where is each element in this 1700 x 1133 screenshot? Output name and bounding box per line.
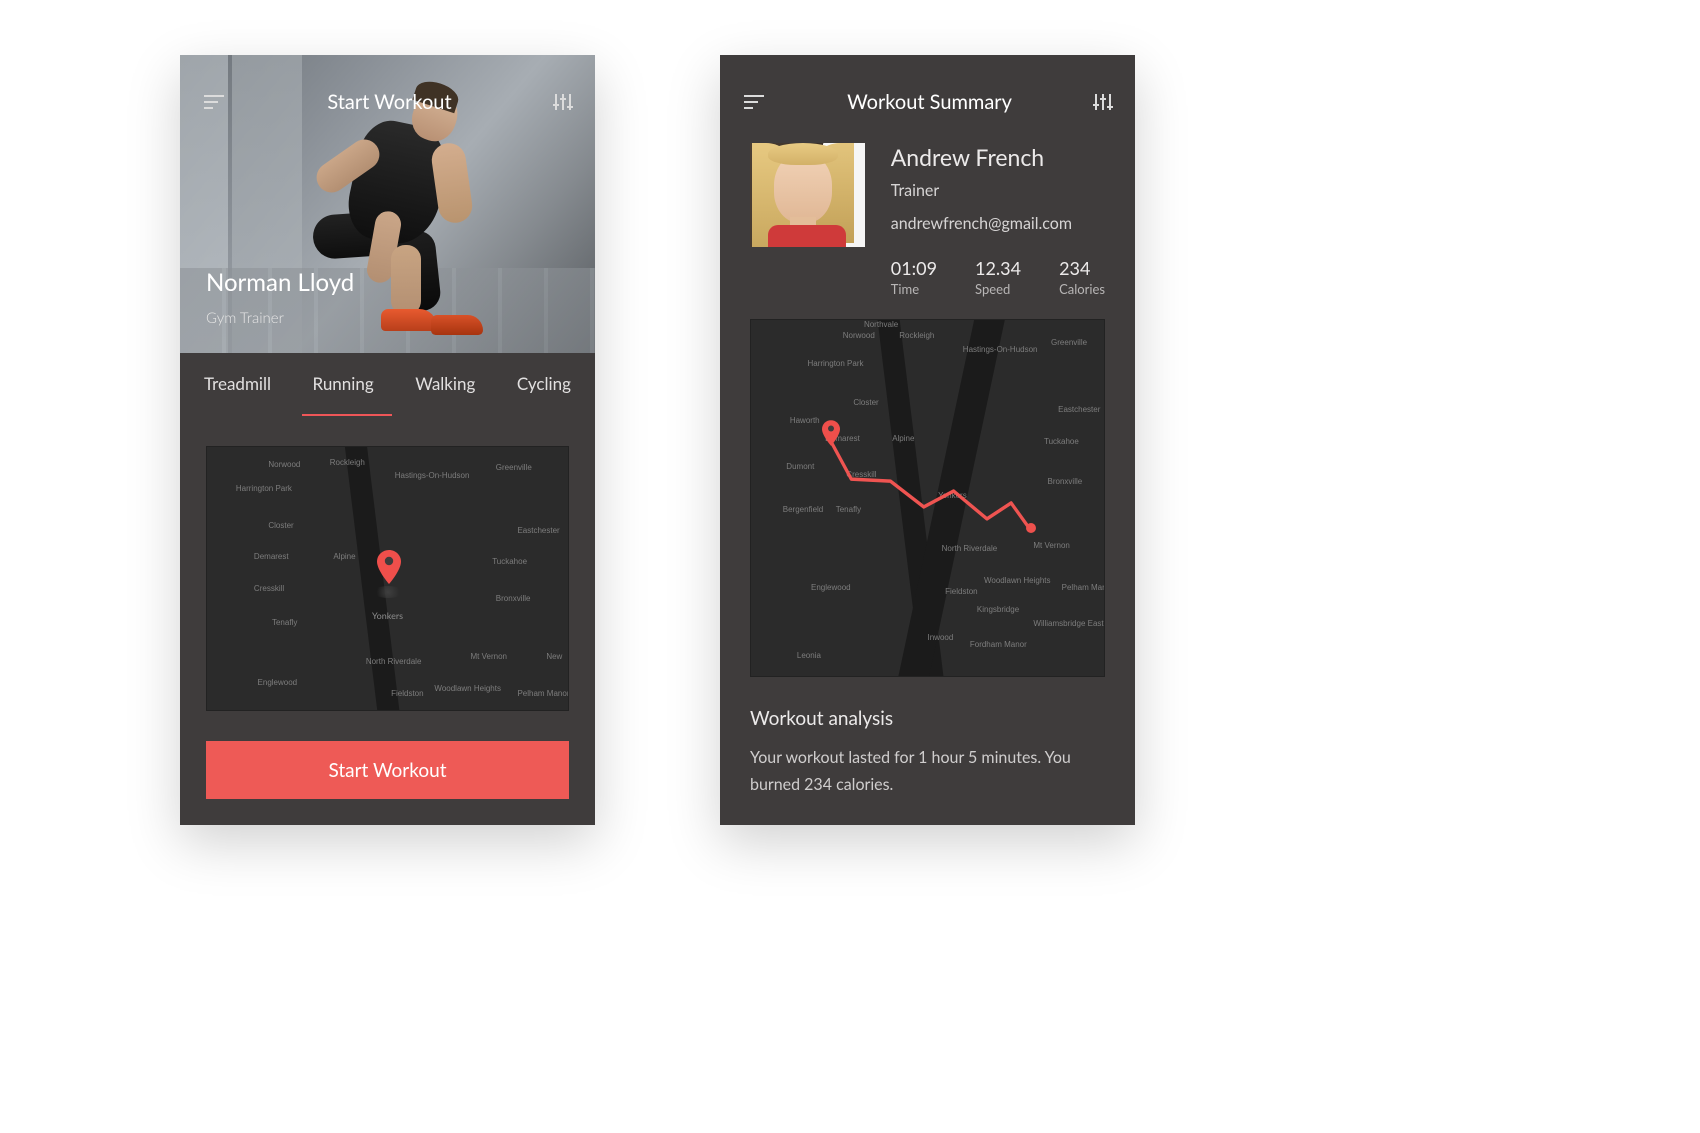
map-label: Hastings-On-Hudson (395, 471, 470, 480)
topbar: Start Workout (180, 55, 595, 115)
stat-value: 234 (1059, 257, 1105, 279)
settings-sliders-icon[interactable] (1095, 94, 1111, 110)
map-label: Tenafly (272, 618, 297, 627)
stat-label: Calories (1059, 281, 1105, 297)
tab-running[interactable]: Running (313, 373, 374, 400)
profile-info: Andrew French Trainer andrewfrench@gmail… (891, 143, 1105, 297)
menu-icon[interactable] (204, 95, 224, 109)
stat-calories: 234 Calories (1059, 257, 1105, 297)
stat-label: Time (891, 281, 937, 297)
profile-name: Andrew French (891, 143, 1105, 171)
stat-value: 12.34 (975, 257, 1021, 279)
map-center-label: Yonkers (372, 610, 403, 621)
workout-summary-screen: Workout Summary Andrew French Trainer an… (720, 55, 1135, 825)
stat-time: 01:09 Time (891, 257, 937, 297)
tab-treadmill[interactable]: Treadmill (204, 373, 271, 400)
tab-cycling[interactable]: Cycling (517, 373, 571, 400)
stat-value: 01:09 (891, 257, 937, 279)
map-label: Cresskill (254, 584, 284, 593)
workout-tabs: Treadmill Running Walking Cycling (180, 353, 595, 416)
profile-stats: 01:09 Time 12.34 Speed 234 Calories (891, 257, 1105, 297)
map-label: Tuckahoe (492, 557, 527, 566)
map-label: Demarest (254, 552, 289, 561)
map-label: North Riverdale (366, 657, 422, 666)
workout-map[interactable]: Norwood Rockleigh Harrington Park Closte… (206, 446, 569, 711)
map-label: Pelham Manor (517, 689, 569, 698)
map-label: Harrington Park (236, 484, 292, 493)
route-path (751, 320, 1104, 676)
menu-icon[interactable] (744, 95, 764, 109)
active-tab-underline (302, 414, 392, 416)
map-label: Woodlawn Heights (434, 684, 501, 693)
start-pin-icon (822, 420, 840, 446)
analysis-body: Your workout lasted for 1 hour 5 minutes… (750, 744, 1105, 798)
map-label: Eastchester (517, 526, 559, 535)
page-title: Workout Summary (847, 90, 1012, 114)
map-label: Closter (268, 521, 293, 530)
profile-role: Trainer (891, 181, 1105, 200)
map-label: Bronxville (496, 594, 531, 603)
map-label: Fieldston (391, 689, 423, 698)
trainer-name: Norman Lloyd (206, 268, 354, 297)
tab-walking[interactable]: Walking (415, 373, 475, 400)
settings-sliders-icon[interactable] (555, 94, 571, 110)
map-label: New (546, 652, 562, 661)
trainer-role: Gym Trainer (206, 309, 354, 327)
map-label: Rockleigh (330, 458, 365, 467)
topbar: Workout Summary (720, 55, 1135, 115)
map-label: Norwood (268, 460, 300, 469)
page-title: Start Workout (327, 90, 451, 114)
route-map[interactable]: Norwood Rockleigh Northvale Harrington P… (750, 319, 1105, 677)
location-pin-icon (377, 550, 401, 584)
avatar[interactable] (750, 143, 865, 247)
analysis-title: Workout analysis (750, 707, 1105, 730)
profile-email: andrewfrench@gmail.com (891, 214, 1105, 233)
pin-shadow (373, 586, 403, 598)
workout-analysis: Workout analysis Your workout lasted for… (720, 677, 1135, 798)
start-workout-button[interactable]: Start Workout (206, 741, 569, 799)
map-label: Englewood (258, 678, 298, 687)
stat-speed: 12.34 Speed (975, 257, 1021, 297)
map-label: Mt Vernon (471, 652, 507, 661)
map-label: Greenville (496, 463, 532, 472)
stat-label: Speed (975, 281, 1021, 297)
map-label: Alpine (333, 552, 355, 561)
hero-text: Norman Lloyd Gym Trainer (206, 268, 354, 327)
start-workout-screen: Norman Lloyd Gym Trainer Start Workout T… (180, 55, 595, 825)
